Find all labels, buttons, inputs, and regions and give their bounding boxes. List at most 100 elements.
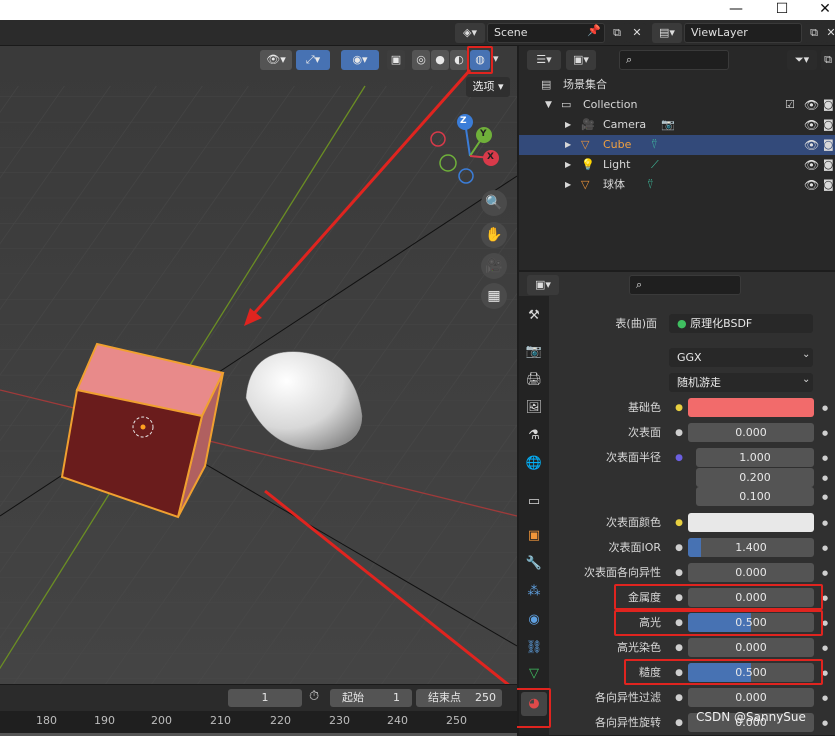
outliner-root-row[interactable]: ▤ 场景集合 (519, 75, 835, 95)
overlays-toggle-icon[interactable]: ◉▾ (341, 50, 379, 70)
value-slider[interactable]: 0.200 (696, 468, 814, 487)
keyframe-dot-icon[interactable]: ● (820, 688, 830, 708)
socket-dot-icon[interactable]: ● (674, 563, 684, 583)
socket-dot-icon[interactable]: ● (674, 688, 684, 708)
value-slider[interactable]: 1.400 (688, 538, 814, 557)
keyframe-dot-icon[interactable]: ● (820, 563, 830, 583)
keyframe-dot-icon[interactable]: ● (820, 398, 830, 418)
maximize-button[interactable]: ☐ (762, 0, 802, 20)
current-frame-field[interactable]: 1 (228, 689, 302, 707)
expand-down-icon[interactable]: ▼ (545, 95, 552, 115)
perspective-grid-icon[interactable]: ▦ (481, 283, 507, 309)
options-dropdown[interactable]: 选项 ▾ (466, 77, 510, 97)
keyframe-dot-icon[interactable]: ● (820, 513, 830, 533)
modifier-icon[interactable]: 🔧 (521, 552, 547, 576)
data-icon[interactable]: ▽ (521, 662, 547, 686)
shading-options-chevron-icon[interactable]: ▾ (493, 52, 499, 65)
physics-icon[interactable]: ◉ (521, 608, 547, 632)
minimize-button[interactable]: — (716, 0, 756, 20)
visibility-eye-icon[interactable]: 👁 (804, 115, 819, 135)
world-icon[interactable]: 🌐 (521, 452, 547, 476)
3d-viewport[interactable]: Z Y X 👁▾ ⤢▾ ◉▾ ▣ ◎ ● ◐ ◍ ▾ 选项 ▾ 🔍 ✋ 🎥 ▦ (0, 46, 517, 684)
constraints-icon[interactable]: ⛓ (521, 636, 547, 660)
new-scene-icon[interactable]: ⧉ (607, 23, 627, 43)
keyframe-dot-icon[interactable]: ● (820, 448, 830, 468)
view-object-types-icon[interactable]: 👁▾ (260, 50, 292, 70)
collection-icon[interactable]: ▭ (521, 490, 547, 514)
socket-dot-icon[interactable]: ● (674, 398, 684, 418)
value-slider[interactable]: 0.000 (688, 638, 814, 657)
shading-material-icon[interactable]: ◐ (450, 50, 468, 70)
outliner-item-light[interactable]: ▶ 💡 Light ⟋ 👁 ◙ (519, 155, 835, 175)
visibility-eye-icon[interactable]: 👁 (804, 175, 819, 195)
socket-dot-icon[interactable]: ● (674, 448, 684, 468)
value-slider[interactable]: 0.000 (688, 563, 814, 582)
expand-right-icon[interactable]: ▶ (565, 175, 571, 195)
outliner-item-sphere[interactable]: ▶ ▽ 球体 ⍢ 👁 ◙ (519, 175, 835, 195)
start-frame-field[interactable]: 起始 1 (330, 689, 412, 707)
outliner-item-camera[interactable]: ▶ 🎥 Camera 📷 👁 ◙ (519, 115, 835, 135)
gizmo-toggle-icon[interactable]: ⤢▾ (296, 50, 330, 70)
outliner-search-input[interactable]: ⌕ (619, 50, 729, 70)
visibility-eye-icon[interactable]: 👁 (804, 155, 819, 175)
keyframe-dot-icon[interactable]: ● (820, 423, 830, 443)
zoom-icon[interactable]: 🔍 (481, 190, 507, 216)
color-swatch[interactable] (688, 513, 814, 532)
render-camera-icon[interactable]: ◙ (823, 175, 834, 195)
stopwatch-icon[interactable]: ⏱ (309, 689, 319, 704)
end-frame-field[interactable]: 结束点 250 (416, 689, 502, 707)
viewlayer-name-field[interactable]: ViewLayer (684, 23, 802, 43)
keyframe-dot-icon[interactable]: ● (820, 538, 830, 558)
close-button[interactable]: ✕ (805, 0, 835, 20)
value-slider[interactable]: 0.000 (688, 688, 814, 707)
shading-solid-icon[interactable]: ● (431, 50, 449, 70)
properties-editor-type-icon[interactable]: ▣▾ (527, 275, 559, 295)
delete-scene-icon[interactable]: ✕ (628, 23, 646, 43)
outliner-item-cube[interactable]: ▶ ▽ Cube ⍢ 👁 ◙ (519, 135, 835, 155)
exclude-checkbox[interactable]: ☑ (785, 95, 795, 115)
outliner-collection-row[interactable]: ▼ ▭ Collection ☑ 👁 ◙ (519, 95, 835, 115)
scene-icon[interactable]: ⚗ (521, 424, 547, 448)
visibility-eye-icon[interactable]: 👁 (804, 135, 819, 155)
shading-wireframe-icon[interactable]: ◎ (412, 50, 430, 70)
subsurface-method-dropdown[interactable]: 随机游走 (669, 373, 813, 392)
expand-right-icon[interactable]: ▶ (565, 135, 571, 155)
value-slider[interactable]: 1.000 (696, 448, 814, 467)
socket-dot-icon[interactable]: ● (674, 538, 684, 558)
render-icon[interactable]: 📷 (521, 340, 547, 364)
keyframe-dot-icon[interactable]: ● (820, 468, 830, 488)
display-mode-icon[interactable]: ▣▾ (566, 50, 596, 70)
visibility-eye-icon[interactable]: 👁 (804, 95, 819, 115)
socket-dot-icon[interactable]: ● (674, 423, 684, 443)
render-camera-icon[interactable]: ◙ (823, 95, 834, 115)
xray-toggle-icon[interactable]: ▣ (387, 50, 405, 70)
scene-selector-icon[interactable]: ◈▾ (455, 23, 485, 43)
distribution-dropdown[interactable]: GGX (669, 348, 813, 367)
keyframe-dot-icon[interactable]: ● (820, 487, 830, 507)
view-layer-icon[interactable]: 🖼 (521, 396, 547, 420)
pan-hand-icon[interactable]: ✋ (481, 222, 507, 248)
pin-icon[interactable]: 📌 (587, 24, 601, 37)
filter-icon[interactable]: ⏷▾ (787, 50, 817, 70)
socket-dot-icon[interactable]: ● (674, 713, 684, 733)
object-icon[interactable]: ▣ (521, 524, 547, 548)
viewport-scene[interactable] (0, 46, 517, 684)
new-viewlayer-icon[interactable]: ⧉ (804, 23, 824, 43)
camera-view-icon[interactable]: 🎥 (481, 253, 507, 279)
expand-right-icon[interactable]: ▶ (565, 155, 571, 175)
expand-right-icon[interactable]: ▶ (565, 115, 571, 135)
editor-type-icon[interactable]: ☰▾ (527, 50, 561, 70)
viewlayer-selector-icon[interactable]: ▤▾ (652, 23, 682, 43)
render-camera-icon[interactable]: ◙ (823, 135, 834, 155)
socket-dot-icon[interactable]: ● (674, 638, 684, 658)
output-icon[interactable]: 🖨 (521, 368, 547, 392)
value-slider[interactable]: 0.100 (696, 487, 814, 506)
surface-shader-field[interactable]: ● 原理化BSDF (669, 314, 813, 333)
new-collection-icon[interactable]: ⧉ (821, 50, 835, 70)
render-camera-icon[interactable]: ◙ (823, 115, 834, 135)
keyframe-dot-icon[interactable]: ● (820, 638, 830, 658)
color-swatch[interactable] (688, 398, 814, 417)
properties-search-input[interactable]: ⌕ (629, 275, 741, 295)
render-camera-icon[interactable]: ◙ (823, 155, 834, 175)
delete-viewlayer-icon[interactable]: ✕ (825, 23, 835, 43)
